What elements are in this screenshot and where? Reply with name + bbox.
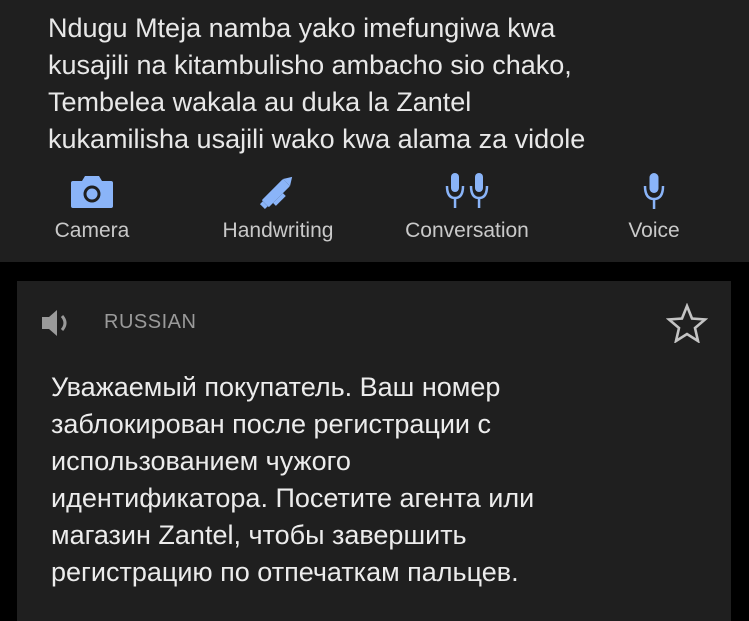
conversation-label: Conversation (405, 219, 529, 242)
source-panel: Ndugu Mteja namba yako imefungiwa kwa ku… (0, 0, 749, 262)
target-language-label: RUSSIAN (104, 311, 197, 333)
camera-icon (66, 170, 118, 212)
conversation-button[interactable]: Conversation (383, 165, 551, 250)
pen-icon (252, 170, 304, 212)
input-tools-bar: Camera Handwriting Conversation Voice (0, 165, 749, 250)
source-text[interactable]: Ndugu Mteja namba yako imefungiwa kwa ku… (48, 10, 728, 158)
camera-button[interactable]: Camera (30, 165, 154, 250)
microphone-icon (628, 170, 680, 212)
translation-card: RUSSIAN Уважаемый покупатель. Ваш номер … (17, 281, 731, 621)
two-microphones-icon (441, 170, 493, 212)
translated-text[interactable]: Уважаемый покупатель. Ваш номер заблокир… (51, 369, 716, 591)
handwriting-button[interactable]: Handwriting (198, 165, 358, 250)
star-icon[interactable] (666, 303, 708, 343)
voice-label: Voice (628, 219, 680, 242)
speaker-icon[interactable] (39, 305, 79, 341)
voice-button[interactable]: Voice (606, 165, 702, 250)
camera-label: Camera (54, 219, 130, 242)
handwriting-label: Handwriting (222, 219, 334, 242)
